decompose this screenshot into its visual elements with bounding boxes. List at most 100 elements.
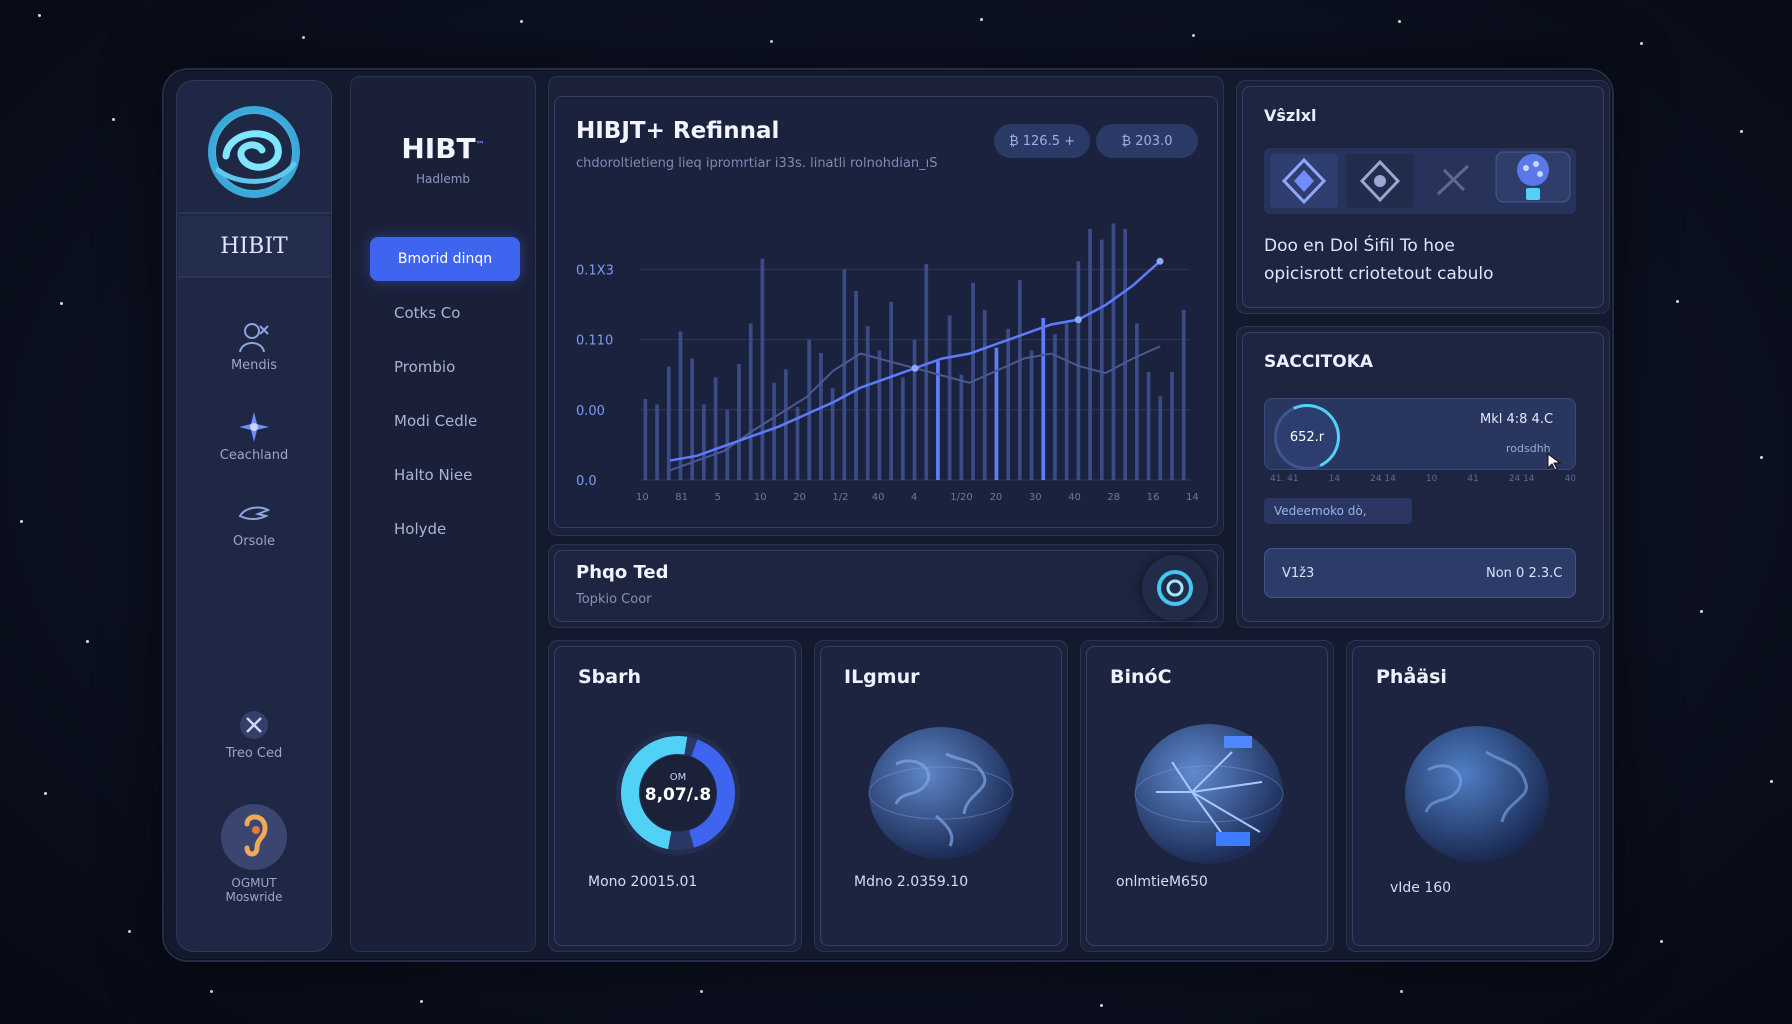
chart-bar — [748, 323, 753, 480]
x-tick-label: 10 — [636, 492, 649, 503]
chart-title: HIBJT+ Refinnal — [576, 118, 780, 144]
chart-bar — [947, 315, 952, 480]
card-title: BinóC — [1110, 666, 1172, 688]
globe-icon — [868, 727, 1014, 859]
globe-network-icon — [1134, 724, 1284, 864]
stat-value: Mkl 4:8 4.C — [1480, 412, 1554, 427]
x-tick-label: 40 — [1068, 492, 1081, 503]
nav-item[interactable]: Halto Niee — [394, 466, 472, 484]
rail-item-label: Ceachland — [219, 448, 289, 463]
chart-point — [911, 364, 919, 372]
x-tick-label: 4 — [911, 492, 917, 503]
card-title: Phåäsi — [1376, 666, 1447, 688]
nav-item[interactable]: Holyde — [394, 520, 446, 538]
nav-title-sup: ™ — [475, 140, 485, 151]
status-tag[interactable]: Vedeemoko dò, — [1264, 498, 1412, 524]
phone-title: Phqo Ted — [576, 562, 669, 583]
chart-bar — [936, 361, 940, 480]
rail-item-orsole[interactable]: Orsole — [178, 496, 330, 549]
stat-caption: rodsdhh — [1506, 442, 1551, 455]
chart-bar — [900, 377, 905, 480]
chart-subtitle: chdoroltietieng lieq ipromrtiar i33s. li… — [576, 156, 938, 171]
right-top-line2: opicisrott criotetout cabulo — [1264, 264, 1494, 284]
chart-bar — [1135, 323, 1139, 480]
chart-bar — [1017, 280, 1022, 480]
x-tick-label: 16 — [1147, 492, 1160, 503]
spark-icon — [235, 410, 273, 444]
stat-ticks: 41. 41 14 24 14 10 41 24 14 40 — [1270, 474, 1576, 484]
rail-item-treo-ced[interactable]: Treo Ced — [178, 708, 330, 761]
logo-area — [178, 82, 330, 214]
chart-bar — [994, 347, 999, 480]
chart-bar — [912, 339, 917, 480]
nav-item[interactable]: Cotks Co — [394, 304, 460, 322]
phone-target-button[interactable] — [1142, 555, 1208, 621]
card-footer: Mono 20015.01 — [588, 874, 698, 890]
chart-bar — [1029, 350, 1034, 480]
bar-line-chart: 0.1X3 0.110 0.00 0.0 10 81 5 10 20 1/2 40 4 1/20 20 30… — [576, 223, 1199, 503]
chart-bar — [1146, 372, 1151, 480]
y-tick-label: 0.00 — [576, 404, 605, 419]
card-title: Sbarh — [578, 666, 642, 688]
chart-bar — [713, 377, 718, 480]
rail-item-mendis[interactable]: Mendis — [178, 320, 330, 373]
rail-item-ceachland[interactable]: Ceachland — [178, 410, 330, 463]
chart-bar — [877, 350, 882, 480]
chart-bar — [842, 269, 847, 480]
feature-icon-strip — [1264, 148, 1576, 214]
target-icon — [1157, 570, 1193, 606]
x-tick-label: 30 — [1029, 492, 1042, 503]
chart-bar — [982, 309, 987, 480]
chart-bar — [643, 399, 648, 480]
y-tick-label: 0.110 — [576, 334, 613, 349]
chart-bar — [1064, 323, 1069, 480]
chart-bar — [959, 374, 964, 480]
rail-profile[interactable]: OGMUT Moswride — [178, 802, 330, 904]
support-icon — [235, 708, 273, 742]
nav-item[interactable]: Modi Cedle — [394, 412, 477, 430]
chart-bar — [1041, 318, 1046, 480]
x-tick-label: 81 — [675, 492, 688, 503]
tick: 41 — [1467, 474, 1479, 484]
chart-bar — [772, 382, 776, 480]
donut-value: 8,07/.8 — [645, 785, 711, 805]
pill-badge-1[interactable]: ₿ 126.5 + — [994, 124, 1090, 158]
x-tick-label: 28 — [1107, 492, 1120, 503]
y-tick-label: 0.1X3 — [576, 263, 614, 278]
right-top-title: Vŝzlxl — [1264, 106, 1317, 125]
swirl-logo-icon — [208, 106, 300, 198]
globe-icon — [1405, 726, 1549, 862]
cloud-lock-icon[interactable] — [1495, 151, 1571, 203]
right-mid-title: SACCITOKA — [1264, 352, 1374, 372]
pill-badge-2[interactable]: ₿ 203.0 — [1096, 124, 1198, 158]
card-title: ILgmur — [844, 666, 920, 688]
rail-brand: HIBIT — [178, 216, 330, 278]
person-icon — [235, 320, 273, 354]
tick: 14 — [1328, 474, 1341, 484]
nav-item[interactable]: Prombio — [394, 358, 455, 376]
nav-title: HIBT™ — [350, 132, 536, 165]
nav-item-active[interactable]: Bmorid dinqn — [370, 237, 520, 281]
chart-bar — [760, 258, 765, 480]
cursor-icon — [1547, 453, 1562, 471]
profile-line1: OGMUT — [231, 876, 277, 890]
card-footer: onlmtieM650 — [1116, 874, 1208, 890]
chart-bar — [737, 363, 741, 480]
chart-bar — [1006, 328, 1011, 480]
donut-chart: OM 8,07/.8 — [616, 731, 740, 855]
rail-item-label: Treo Ced — [225, 746, 283, 761]
chart-bar — [1170, 372, 1174, 480]
phone-card — [554, 550, 1218, 622]
rail-item-label: Orsole — [233, 534, 275, 549]
chart-bar — [655, 404, 659, 480]
phone-subtitle: Topkio Coor — [576, 592, 652, 607]
x-tick-label: 5 — [715, 492, 721, 503]
chart-bar — [1181, 309, 1186, 480]
x-tick-label: 20 — [793, 492, 806, 503]
profile-line2: Moswride — [225, 890, 283, 904]
chart-point — [1156, 257, 1164, 265]
rail-item-label: Mendis — [230, 358, 278, 373]
summary-bar-right: Non 0 2.3.C — [1486, 566, 1563, 581]
tick: 24 14 — [1370, 474, 1396, 484]
tick: 10 — [1425, 474, 1438, 484]
